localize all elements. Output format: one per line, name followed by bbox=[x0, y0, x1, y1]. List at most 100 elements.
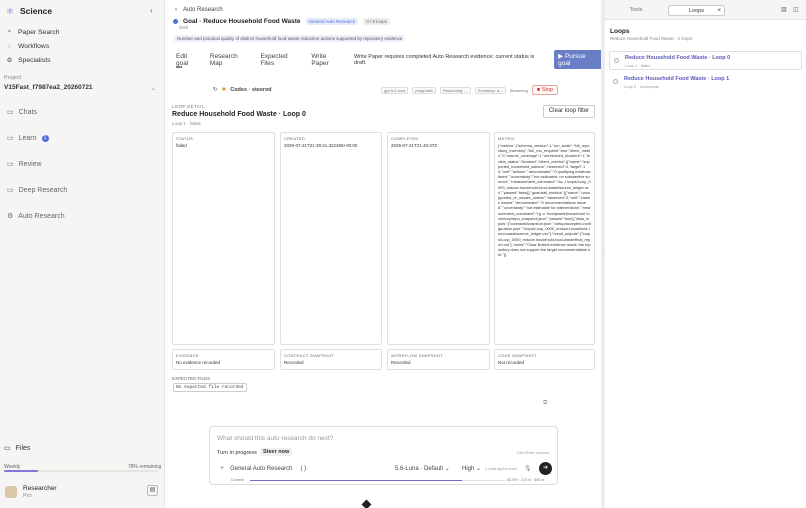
breadcrumb: ‹ Auto Research bbox=[175, 7, 223, 13]
avatar[interactable] bbox=[5, 486, 17, 498]
sidebar-item-files[interactable]: ▭ Files bbox=[4, 444, 31, 453]
pursue-goal-button[interactable]: ▶ Pursue goal bbox=[554, 50, 603, 69]
goal-description: Number and practical quality of distinct… bbox=[174, 35, 406, 42]
breadcrumb-auto-research[interactable]: Auto Research bbox=[183, 7, 223, 13]
close-icon[interactable]: × bbox=[717, 6, 721, 17]
write-paper-button[interactable]: Write Paper bbox=[311, 53, 345, 67]
context-usage-fill bbox=[250, 480, 462, 481]
workflow-snapshot-value: Recorded bbox=[391, 360, 411, 365]
effort-label: High bbox=[462, 466, 475, 472]
research-map-button[interactable]: Research Map bbox=[210, 53, 252, 67]
project-selector[interactable]: V15Fast_f7987ea2_20260721 ⌄ bbox=[4, 84, 156, 92]
loop-list-item[interactable]: Reduce Household Food Waste · Loop 0 Loo… bbox=[609, 51, 802, 70]
card-label: CODE SNAPSHOT bbox=[498, 353, 537, 358]
card-label: CONTRACT SNAPSHOT bbox=[284, 353, 335, 358]
sidebar-item-learn[interactable]: ▭ Learn 1 bbox=[7, 134, 49, 142]
expected-files-button[interactable]: Expected Files bbox=[260, 53, 302, 67]
goal-status-dot bbox=[173, 19, 178, 24]
collapse-sidebar-icon[interactable]: ‹ bbox=[150, 6, 153, 15]
loop-list-item[interactable]: Reduce Household Food Waste · Loop 1 Loo… bbox=[609, 73, 802, 92]
review-icon: ▭ bbox=[7, 161, 14, 168]
evidence-card: EVIDENCE No evidence recorded bbox=[172, 349, 275, 370]
composer-input[interactable]: What should this auto research do next? bbox=[217, 435, 333, 442]
chevron-down-icon: ⌄ bbox=[150, 85, 156, 92]
goal-title: Goal · Reduce Household Food Waste bbox=[183, 18, 301, 25]
run-status-bar: ↻ ✱ Codes · steered gpt-5.6-luna pragmat… bbox=[213, 85, 558, 95]
user-plan: Pro bbox=[23, 493, 32, 499]
sidebar-item-label: Deep Research bbox=[18, 186, 68, 194]
card-label: CREATED bbox=[284, 136, 305, 141]
write-paper-note: Write Paper requires completed Auto Rese… bbox=[354, 53, 535, 66]
mode-selector[interactable]: General Auto Research bbox=[230, 466, 292, 472]
sidebar-item-workflows[interactable]: ◌ Workflows bbox=[6, 39, 156, 53]
search-icon: ⌕ bbox=[7, 28, 12, 35]
composer-hint: Ctrl+Enter queues bbox=[517, 450, 550, 455]
expand-panel-icon[interactable]: ◫ bbox=[793, 6, 799, 13]
more-options-icon[interactable]: ••• bbox=[176, 65, 182, 71]
run-meta: gpt-5.6-luna pragmatic Reasoning: ... Su… bbox=[381, 85, 558, 95]
chat-icon: ▭ bbox=[7, 109, 14, 116]
sidebar-item-specialists[interactable]: ⚙ Specialists bbox=[6, 53, 156, 67]
status-value: failed bbox=[176, 143, 187, 148]
sidebar-item-chats[interactable]: ▭ Chats bbox=[7, 108, 37, 117]
metric-value: {"metrics":{"schema_version":1,"run_scal… bbox=[498, 143, 591, 258]
science-logo-icon: ⚛ bbox=[6, 5, 15, 16]
back-arrow-icon[interactable]: ‹ bbox=[175, 7, 177, 13]
sidebar-item-label: Specialists bbox=[18, 56, 51, 64]
loop-detail-subtitle: Loop 1 · failed bbox=[172, 121, 201, 126]
deep-research-icon: ▭ bbox=[7, 187, 14, 194]
sidebar-nav: ⌕ Paper Search ◌ Workflows ⚙ Specialists bbox=[6, 25, 156, 67]
turn-progress-label: Turn in progress bbox=[217, 450, 257, 456]
loop-status-icon bbox=[613, 79, 618, 84]
effort-selector[interactable]: High ⌄ bbox=[462, 465, 481, 472]
mouse-cursor-icon bbox=[361, 499, 372, 508]
project-label: Project bbox=[4, 75, 22, 81]
stop-button[interactable]: ■ Stop bbox=[531, 85, 558, 95]
auto-research-icon: ⚙ bbox=[7, 213, 14, 220]
sidebar-item-paper-search[interactable]: ⌕ Paper Search bbox=[6, 25, 156, 39]
goal-loops-tag: 0 / 8 loops bbox=[363, 18, 391, 25]
sidebar-item-review[interactable]: ▭ Review bbox=[7, 160, 42, 169]
steer-now-button[interactable]: Steer now bbox=[260, 448, 293, 456]
tab-loops-label: Loops bbox=[689, 8, 704, 14]
account-menu-icon[interactable]: ▤ bbox=[147, 485, 158, 496]
chevron-down-icon: ⌄ bbox=[476, 466, 482, 472]
tab-loops[interactable]: Loops × bbox=[668, 5, 725, 16]
context-usage-bar bbox=[250, 480, 505, 481]
sidebar-item-auto-research[interactable]: ⚙ Auto Research bbox=[7, 212, 65, 221]
token-count: 1 total agent docs bbox=[485, 466, 517, 471]
microphone-icon[interactable]: 🎙 bbox=[524, 465, 532, 472]
loop-status-icon bbox=[614, 58, 619, 63]
folder-icon: ▭ bbox=[4, 445, 11, 452]
refresh-icon[interactable]: ↻ bbox=[213, 87, 218, 93]
learn-count-badge: 1 bbox=[41, 134, 49, 142]
loop-meta: Loop 1 · failed bbox=[625, 63, 651, 68]
sidebar-item-label: Files bbox=[15, 444, 31, 452]
completed-card: COMPLETED 2026-07-21T21:46:37Z bbox=[387, 132, 490, 345]
layout-icon[interactable]: ▥ bbox=[781, 6, 787, 13]
main-content: ‹ Auto Research Goal · Reduce Household … bbox=[165, 0, 603, 508]
sidebar-item-deep-research[interactable]: ▭ Deep Research bbox=[7, 186, 68, 195]
add-attachment-icon[interactable]: + bbox=[220, 465, 224, 472]
loop-detail-title: Reduce Household Food Waste · Loop 0 bbox=[172, 111, 306, 118]
status-card: STATUS failed bbox=[172, 132, 275, 345]
clear-loop-filter-button[interactable]: Clear loop filter bbox=[543, 105, 595, 118]
model-selector[interactable]: 5.6-Luna · Default ⌄ bbox=[395, 465, 450, 472]
send-button[interactable]: ➜ bbox=[539, 462, 552, 475]
tab-tools[interactable]: Tools bbox=[613, 5, 659, 16]
sidebar-item-label: Learn bbox=[18, 134, 37, 142]
loop-detail-kicker: LOOP DETAIL bbox=[172, 104, 205, 109]
loop-detail: LOOP DETAIL Reduce Household Food Waste … bbox=[172, 104, 596, 400]
goal-type-tag: General Auto Research bbox=[305, 18, 359, 25]
card-label: EVIDENCE bbox=[176, 353, 199, 358]
weekly-usage-bar bbox=[4, 470, 158, 472]
sidebar-item-label: Review bbox=[18, 160, 42, 168]
metric-card: METRIC {"metrics":{"schema_version":1,"r… bbox=[494, 132, 595, 345]
brand[interactable]: ⚛ Science bbox=[6, 6, 52, 16]
right-panel: Tools Loops × ▥ ◫ Loops Reduce Household… bbox=[605, 0, 806, 508]
run-reasoning: Reasoning: ... bbox=[439, 86, 471, 94]
card-label: WORKFLOW SNAPSHOT bbox=[391, 353, 444, 358]
completed-value: 2026-07-21T21:46:37Z bbox=[391, 143, 438, 148]
stop-label: Stop bbox=[541, 87, 553, 93]
copy-icon[interactable]: ⧉ bbox=[543, 400, 547, 407]
